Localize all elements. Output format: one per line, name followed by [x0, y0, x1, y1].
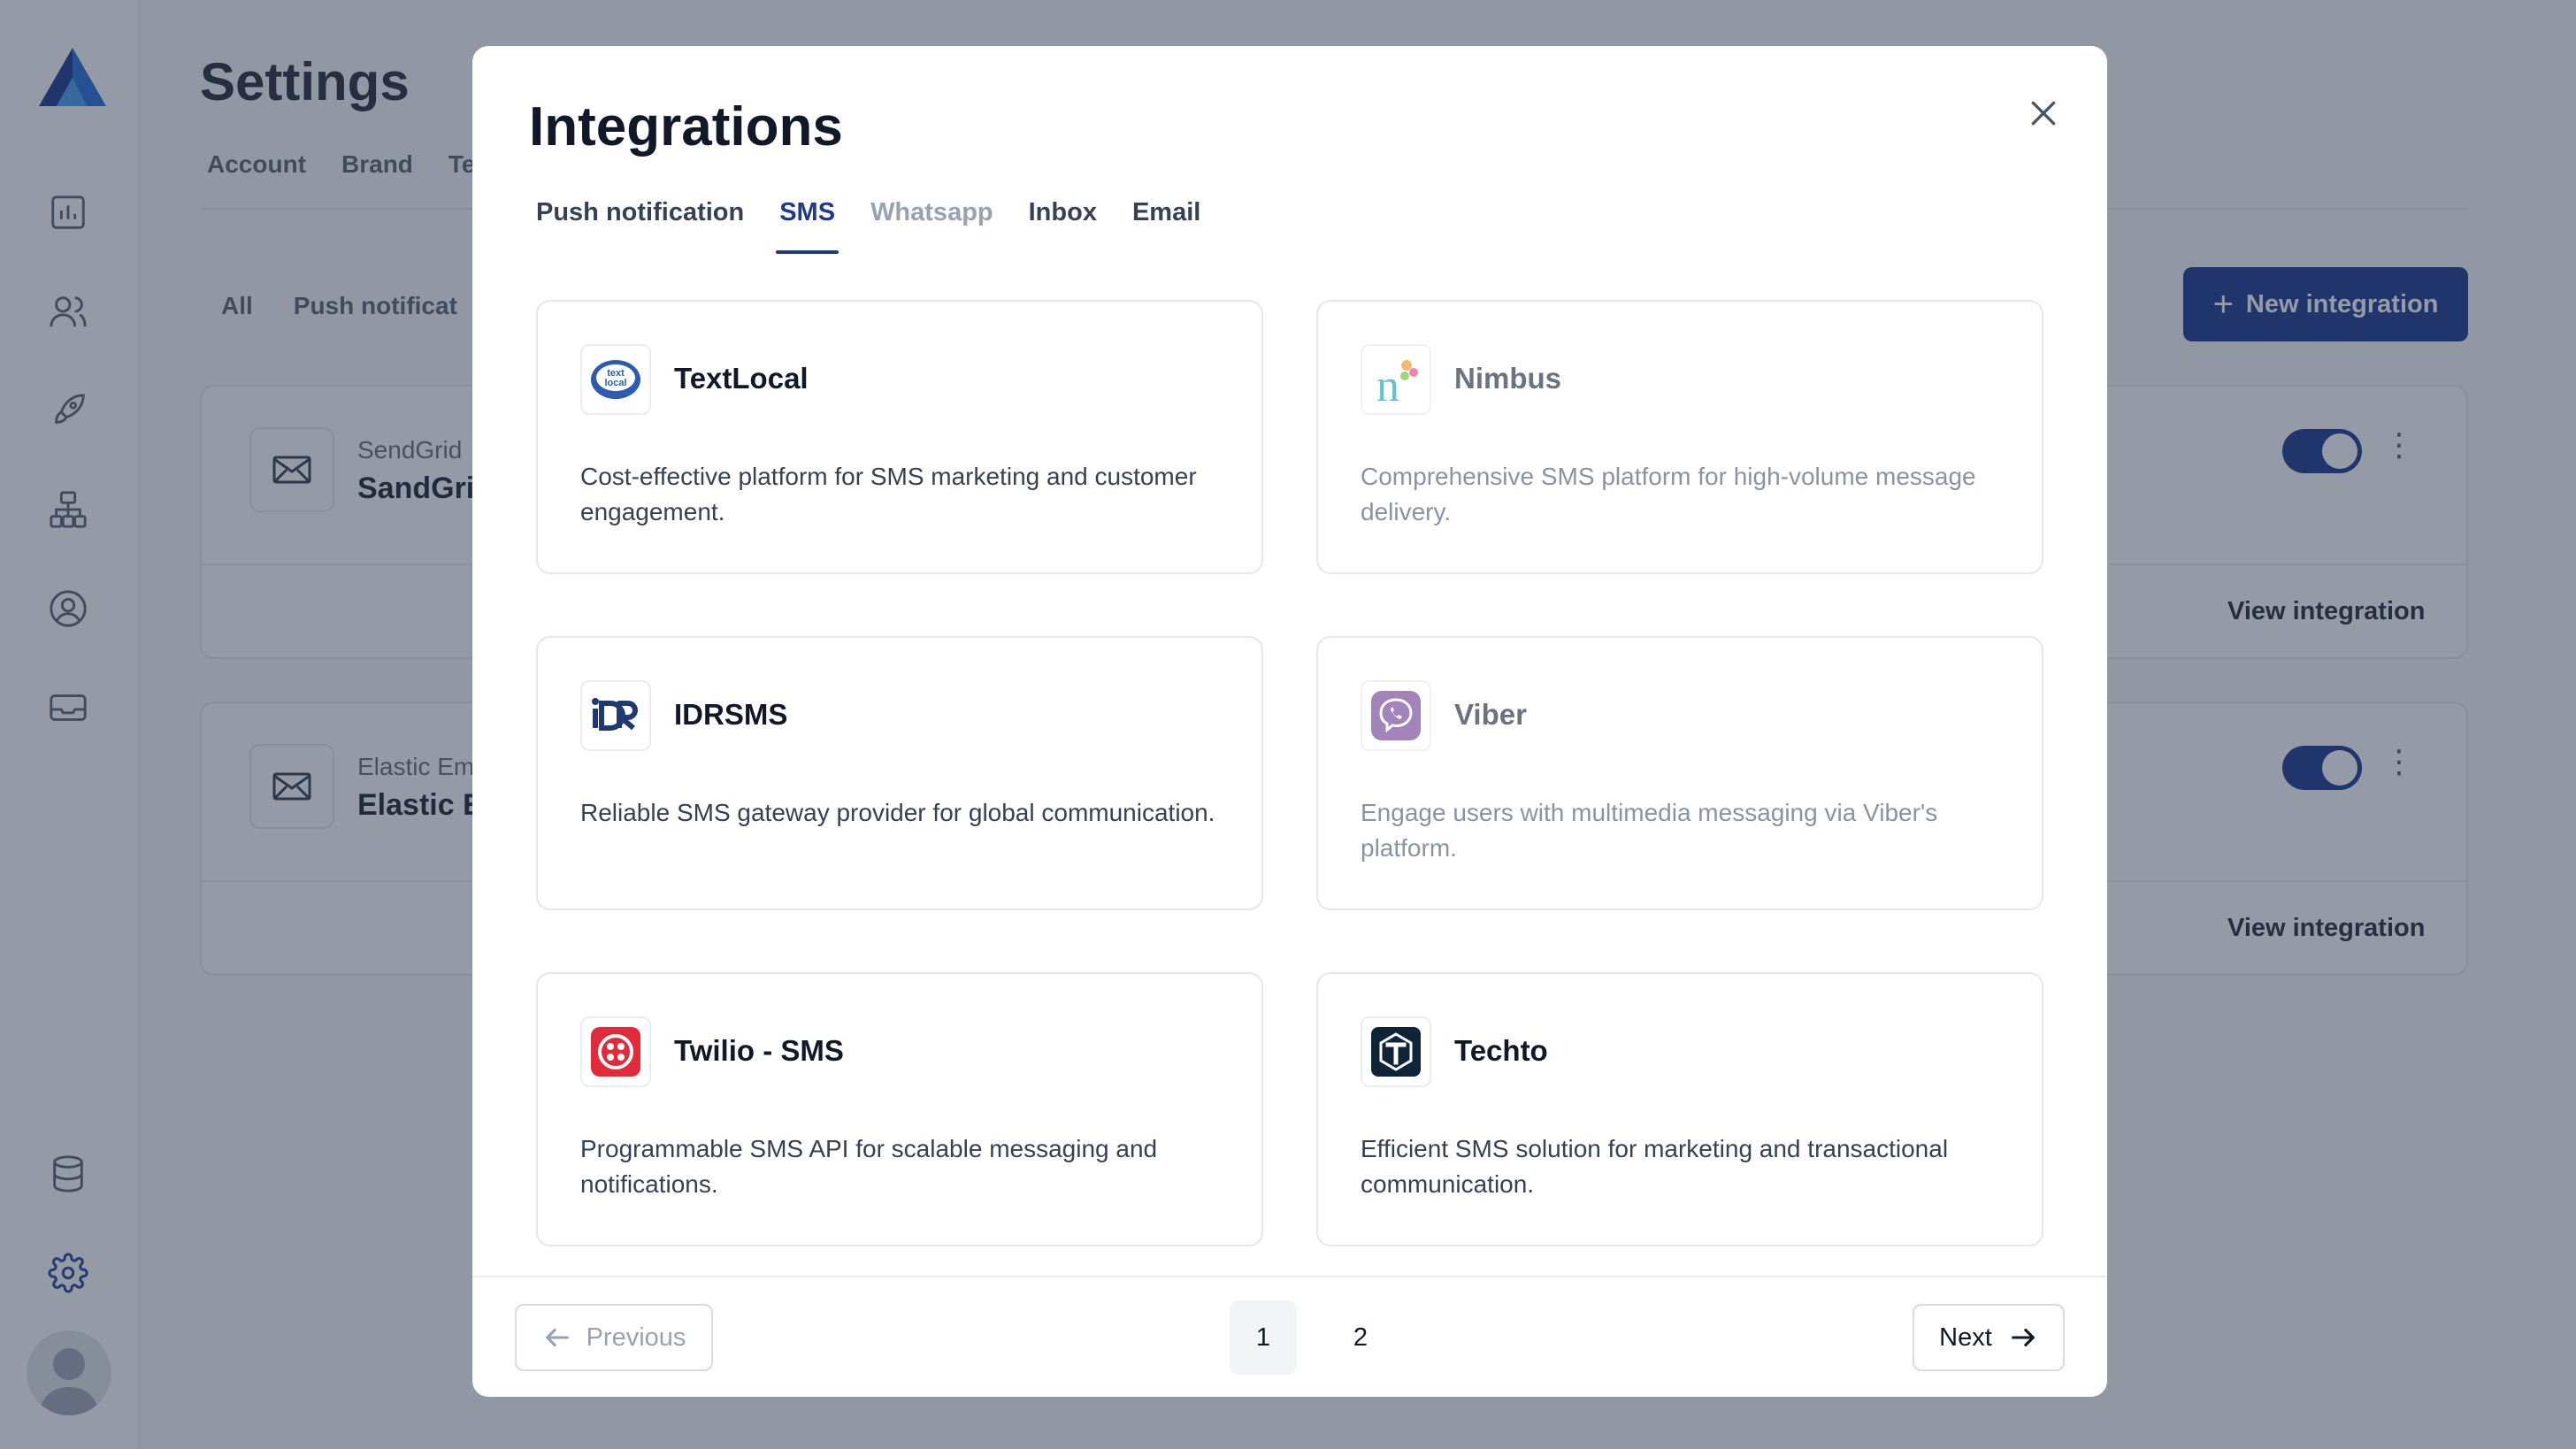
next-button[interactable]: Next — [1913, 1304, 2065, 1371]
integration-description: Efficient SMS solution for marketing and… — [1361, 1135, 1949, 1198]
arrow-left-icon — [545, 1328, 569, 1347]
previous-button[interactable]: Previous — [515, 1304, 713, 1371]
close-icon[interactable] — [2019, 88, 2068, 138]
integration-name: Viber — [1454, 698, 1527, 731]
tab-push-notification[interactable]: Push notification — [536, 198, 744, 254]
tab-whatsapp[interactable]: Whatsapp — [870, 198, 993, 254]
integration-card-techto[interactable]: Techto Efficient SMS solution for market… — [1316, 972, 2043, 1246]
tab-sms[interactable]: SMS — [776, 198, 839, 254]
integration-name: IDRSMS — [674, 698, 788, 731]
integration-card-textlocal[interactable]: text local TextLocal Cost-effective plat… — [536, 300, 1263, 574]
next-label: Next — [1939, 1322, 1992, 1352]
page-2-button[interactable]: 2 — [1327, 1300, 1394, 1375]
textlocal-logo-icon: text local — [580, 344, 651, 415]
idrsms-logo-icon — [580, 680, 651, 751]
pagination-footer: Previous 1 2 Next — [472, 1276, 2107, 1397]
integration-description: Reliable SMS gateway provider for global… — [580, 799, 1215, 826]
viber-logo-icon — [1361, 680, 1431, 751]
integration-name: Twilio - SMS — [674, 1034, 844, 1067]
integration-name: Nimbus — [1454, 362, 1562, 395]
techto-logo-icon — [1361, 1016, 1431, 1087]
previous-label: Previous — [586, 1322, 686, 1352]
integration-name: Techto — [1454, 1034, 1548, 1067]
integration-card-idrsms[interactable]: IDRSMS Reliable SMS gateway provider for… — [536, 636, 1263, 910]
integration-name: TextLocal — [674, 362, 809, 395]
twilio-logo-icon — [580, 1016, 651, 1087]
channel-tabs: Push notification SMS Whatsapp Inbox Ema… — [536, 198, 1236, 254]
nimbus-logo-icon: n — [1361, 344, 1431, 415]
integrations-modal: Integrations Push notification SMS Whats… — [472, 46, 2107, 1397]
integration-description: Cost-effective platform for SMS marketin… — [580, 463, 1197, 525]
integration-card-nimbus[interactable]: n Nimbus Comprehensive SMS platform for … — [1316, 300, 2043, 574]
textlocal-logo-text-2: local — [604, 378, 626, 388]
tab-inbox[interactable]: Inbox — [1029, 198, 1097, 254]
integration-description: Engage users with multimedia messaging v… — [1361, 799, 1938, 862]
integration-description: Programmable SMS API for scalable messag… — [580, 1135, 1158, 1198]
integration-description: Comprehensive SMS platform for high-volu… — [1361, 463, 1976, 525]
tab-email[interactable]: Email — [1132, 198, 1200, 254]
modal-title: Integrations — [529, 96, 843, 157]
integration-card-viber[interactable]: Viber Engage users with multimedia messa… — [1316, 636, 2043, 910]
page-1-button[interactable]: 1 — [1230, 1300, 1297, 1375]
integration-card-twilio-sms[interactable]: Twilio - SMS Programmable SMS API for sc… — [536, 972, 1263, 1246]
nimbus-logo-letter: n — [1376, 361, 1399, 408]
arrow-right-icon — [2011, 1328, 2035, 1347]
